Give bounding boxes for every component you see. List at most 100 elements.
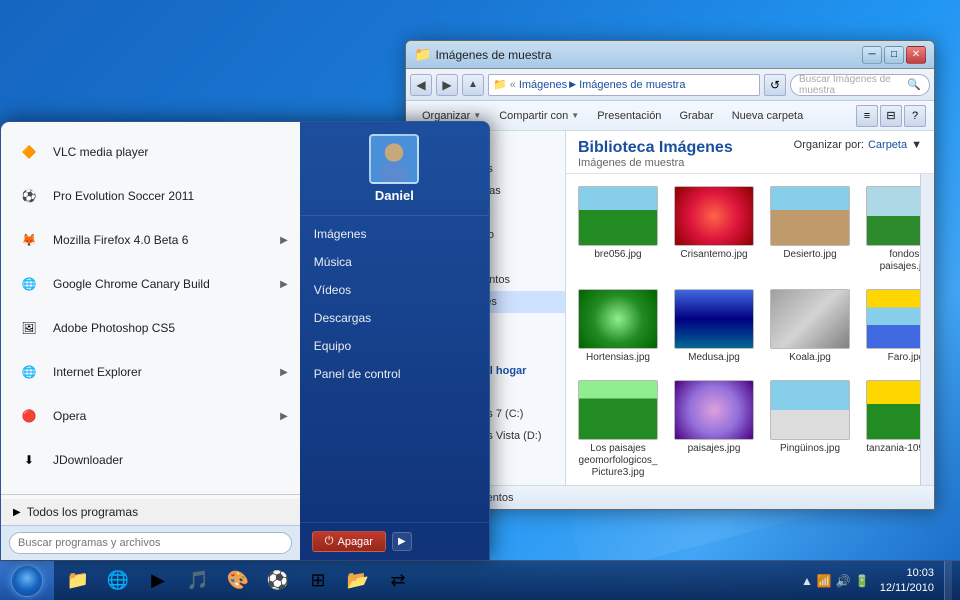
start-search — [1, 525, 300, 560]
clock-date: 12/11/2010 — [880, 581, 934, 595]
tanzania-label: tanzania-1098.jpg — [866, 443, 920, 455]
thumbnail-bre056[interactable]: bre056.jpg — [574, 182, 662, 277]
chrome-icon: 🌐 — [106, 569, 130, 593]
chrome-label: Google Chrome Canary Build — [53, 277, 210, 291]
share-chevron: ▼ — [571, 111, 579, 120]
start-item-chrome[interactable]: 🌐 Google Chrome Canary Build ▶ — [1, 262, 300, 306]
paisajes-geomorfologicos-label: Los paisajes geomorfologicos_Picture3.jp… — [578, 443, 658, 479]
new-folder-button[interactable]: Nueva carpeta — [724, 104, 812, 128]
tray-arrow-icon[interactable]: ▲ — [801, 574, 813, 588]
thumbnail-hortensias[interactable]: Hortensias.jpg — [574, 285, 662, 368]
ie-arrow: ▶ — [280, 367, 288, 378]
right-item-musica[interactable]: Música — [300, 248, 489, 276]
firefox-arrow: ▶ — [280, 235, 288, 246]
clock-time: 10:03 — [880, 566, 934, 580]
address-sample-label[interactable]: Imágenes de muestra — [579, 79, 685, 91]
presentation-button[interactable]: Presentación — [589, 104, 669, 128]
start-item-ie[interactable]: 🌐 Internet Explorer ▶ — [1, 350, 300, 394]
thumbnail-medusa[interactable]: Medusa.jpg — [670, 285, 758, 368]
taskbar-icon-explorer[interactable]: 📁 — [58, 561, 98, 600]
right-item-videos[interactable]: Vídeos — [300, 276, 489, 304]
back-button[interactable]: ◀ — [410, 74, 432, 96]
scrollbar[interactable] — [920, 174, 934, 485]
right-item-panel[interactable]: Panel de control — [300, 360, 489, 388]
start-item-firefox[interactable]: 🦊 Mozilla Firefox 4.0 Beta 6 ▶ — [1, 218, 300, 262]
minimize-button[interactable]: ─ — [862, 46, 882, 64]
show-desktop-button[interactable] — [944, 561, 952, 600]
user-name: Daniel — [375, 188, 414, 203]
explorer-icon: 📁 — [66, 569, 90, 593]
jdownloader-label: JDownloader — [53, 453, 123, 467]
thumbnail-desierto[interactable]: Desierto.jpg — [766, 182, 854, 277]
taskbar-icon-transfer[interactable]: ⇄ — [378, 561, 418, 600]
start-item-photoshop[interactable]: 🖼 Adobe Photoshop CS5 — [1, 306, 300, 350]
forward-button[interactable]: ▶ — [436, 74, 458, 96]
taskbar-icon-chrome[interactable]: 🌐 — [98, 561, 138, 600]
taskbar-icon-spotify[interactable]: 🎵 — [178, 561, 218, 600]
media-icon: ▶ — [146, 569, 170, 593]
tray-network-icon[interactable]: 📶 — [817, 574, 832, 588]
search-input[interactable] — [9, 532, 292, 554]
fondos-paisajes-image — [866, 186, 920, 246]
start-item-vlc[interactable]: 🔶 VLC media player — [1, 130, 300, 174]
shutdown-arrow-button[interactable]: ▶ — [392, 532, 412, 551]
right-item-equipo[interactable]: Equipo — [300, 332, 489, 360]
medusa-label: Medusa.jpg — [688, 352, 740, 364]
address-bar[interactable]: 📁 « Imágenes ▶ Imágenes de muestra — [488, 74, 760, 96]
organize-by-value[interactable]: Carpeta — [868, 139, 907, 151]
view-details-button[interactable]: ≡ — [856, 105, 878, 127]
taskbar-icon-paint[interactable]: 🎨 — [218, 561, 258, 600]
view-preview-button[interactable]: ⊟ — [880, 105, 902, 127]
start-item-pes[interactable]: ⚽ Pro Evolution Soccer 2011 — [1, 174, 300, 218]
search-bar[interactable]: Buscar Imágenes de muestra 🔍 — [790, 74, 930, 96]
chrome-arrow: ▶ — [280, 279, 288, 290]
thumbnail-fondos-paisajes[interactable]: fondos-paisajes.jpg — [862, 182, 920, 277]
taskbar-icon-pes2[interactable]: ⚽ — [258, 561, 298, 600]
presentation-label: Presentación — [597, 110, 661, 122]
up-button[interactable]: ▲ — [462, 74, 484, 96]
window-controls: ─ □ ✕ — [862, 46, 926, 64]
videos-label: Vídeos — [314, 283, 351, 297]
tray-icons: ▲ 📶 🔊 🔋 — [801, 574, 870, 588]
content-subtitle: Imágenes de muestra — [578, 157, 733, 169]
system-tray: ▲ 📶 🔊 🔋 10:03 12/11/2010 — [793, 561, 960, 600]
thumbnail-paisajes[interactable]: paisajes.jpg — [670, 376, 758, 483]
thumbnail-koala[interactable]: Koala.jpg — [766, 285, 854, 368]
medusa-image — [674, 289, 754, 349]
clock[interactable]: 10:03 12/11/2010 — [876, 566, 938, 595]
thumbnail-paisajes-geomorfologicos[interactable]: Los paisajes geomorfologicos_Picture3.jp… — [574, 376, 662, 483]
tanzania-image — [866, 380, 920, 440]
thumbnail-crisantemo[interactable]: Crisantemo.jpg — [670, 182, 758, 277]
burn-button[interactable]: Grabar — [671, 104, 721, 128]
all-programs-button[interactable]: ▶ Todos los programas — [1, 499, 300, 525]
close-button[interactable]: ✕ — [906, 46, 926, 64]
maximize-button[interactable]: □ — [884, 46, 904, 64]
organize-label: Organizar — [422, 110, 470, 122]
right-item-descargas[interactable]: Descargas — [300, 304, 489, 332]
tray-battery-icon[interactable]: 🔋 — [855, 574, 870, 588]
thumbnail-pinguinos[interactable]: Pingüinos.jpg — [766, 376, 854, 483]
refresh-button[interactable]: ↺ — [764, 74, 786, 96]
start-item-opera[interactable]: 🔴 Opera ▶ — [1, 394, 300, 438]
shutdown-button[interactable]: ⏻ Apagar — [312, 531, 386, 552]
address-separator1: « — [510, 79, 516, 91]
taskbar-icon-media[interactable]: ▶ — [138, 561, 178, 600]
right-item-imagenes[interactable]: Imágenes — [300, 220, 489, 248]
new-folder-label: Nueva carpeta — [732, 110, 804, 122]
opera-label: Opera — [53, 409, 86, 423]
tray-volume-icon[interactable]: 🔊 — [836, 574, 851, 588]
taskbar-icon-folder2[interactable]: 📂 — [338, 561, 378, 600]
start-item-jdownloader[interactable]: ⬇ JDownloader — [1, 438, 300, 482]
pes-label: Pro Evolution Soccer 2011 — [53, 189, 194, 203]
address-images-label[interactable]: Imágenes — [519, 79, 567, 91]
imagenes-label: Imágenes — [314, 227, 367, 241]
thumbnail-faro[interactable]: Faro.jpg — [862, 285, 920, 368]
taskbar-icon-tiles[interactable]: ⊞ — [298, 561, 338, 600]
desktop: 📁 Imágenes de muestra ─ □ ✕ ◀ ▶ ▲ 📁 « Im… — [0, 0, 960, 600]
thumbnail-tanzania[interactable]: tanzania-1098.jpg — [862, 376, 920, 483]
share-button[interactable]: Compartir con ▼ — [491, 104, 587, 128]
view-help-button[interactable]: ? — [904, 105, 926, 127]
thumbnail-grid: bre056.jpg Crisantemo.jpg Desierto.jpg f… — [566, 174, 920, 485]
user-avatar — [369, 134, 419, 184]
start-button[interactable] — [0, 561, 54, 600]
